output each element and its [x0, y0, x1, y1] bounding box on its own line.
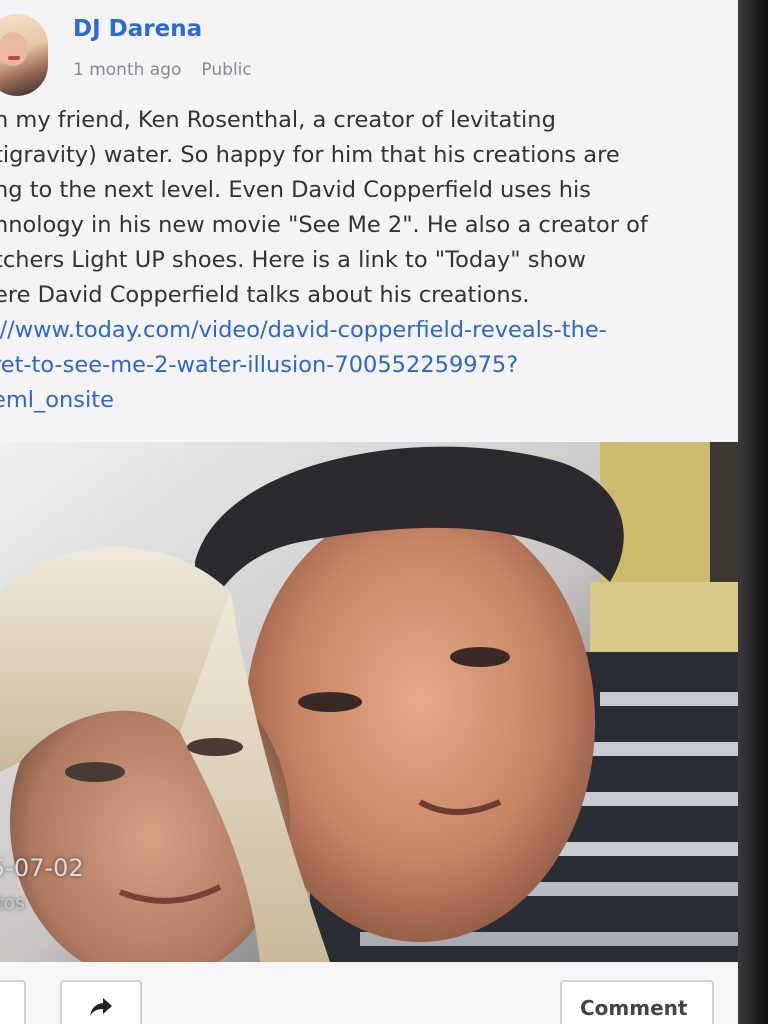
- post-link-line[interactable]: ret-to-see-me-2-water-illusion-700552259…: [0, 348, 732, 383]
- post-screen: DJ Darena 1 month ago Public h my friend,…: [0, 0, 738, 1024]
- comment-label: Comment: [580, 996, 688, 1020]
- photo-album-overlay: tos: [0, 892, 25, 914]
- plus-one-button[interactable]: [0, 980, 26, 1024]
- post-text-line: nnology in his new movie "See Me 2". He …: [0, 212, 648, 238]
- post-text-line: ere David Copperfield talks about his cr…: [0, 282, 530, 308]
- author-name[interactable]: DJ Darena: [73, 16, 202, 42]
- post-link-line[interactable]: eml_onsite: [0, 383, 732, 418]
- comment-button[interactable]: Comment: [560, 980, 714, 1024]
- photo-date-overlay: 5-07-02: [0, 854, 84, 882]
- post-time[interactable]: 1 month ago: [73, 60, 181, 80]
- post-text-line: tchers Light UP shoes. Here is a link to…: [0, 247, 586, 273]
- share-arrow-icon: [90, 998, 112, 1016]
- post-body: h my friend, Ken Rosenthal, a creator of…: [0, 103, 734, 313]
- post-meta: 1 month ago Public: [73, 60, 252, 80]
- post-text-line: ng to the next level. Even David Copperf…: [0, 177, 591, 203]
- avatar-lips: [8, 56, 20, 60]
- post-link[interactable]: ://www.today.com/video/david-copperfield…: [0, 313, 732, 418]
- author-avatar[interactable]: [0, 14, 48, 96]
- post-text-line: h my friend, Ken Rosenthal, a creator of…: [0, 107, 556, 133]
- photo-image: [0, 442, 738, 962]
- post-link-line[interactable]: ://www.today.com/video/david-copperfield…: [0, 313, 732, 348]
- post-text-line: tigravity) water. So happy for him that …: [0, 142, 620, 168]
- post-photo[interactable]: 5-07-02 tos: [0, 442, 738, 962]
- post-visibility: Public: [201, 60, 252, 80]
- device-bezel: [738, 0, 768, 1024]
- avatar-face: [0, 32, 28, 66]
- share-button[interactable]: [60, 980, 142, 1024]
- post-action-bar: Comment: [0, 962, 738, 1024]
